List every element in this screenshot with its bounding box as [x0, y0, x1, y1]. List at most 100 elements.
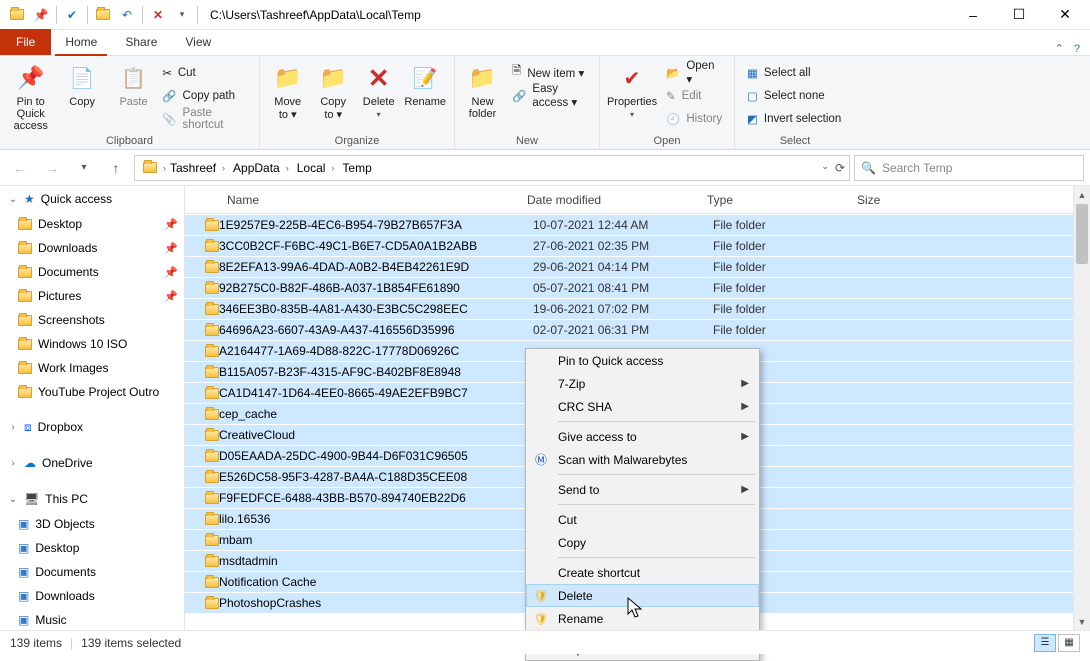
window-title: C:\Users\Tashreef\AppData\Local\Temp — [210, 8, 421, 22]
col-name[interactable]: Name — [199, 193, 527, 207]
address-dropdown-icon[interactable]: ⌄ — [821, 161, 829, 175]
nav-item[interactable]: ▣3D Objects — [0, 512, 184, 536]
nav-dropbox[interactable]: ›⧈Dropbox — [0, 414, 184, 440]
ctx-crc[interactable]: CRC SHA▶ — [526, 395, 759, 418]
ctx-pin[interactable]: Pin to Quick access — [526, 349, 759, 372]
crumb-1[interactable]: AppData› — [231, 161, 293, 175]
help-icon[interactable]: ? — [1074, 43, 1080, 55]
recent-locations-button[interactable]: ▾ — [70, 154, 98, 182]
breadcrumb[interactable]: › Tashreef› AppData› Local› Temp ⌄ ⟳ — [134, 155, 850, 181]
tiles-view-button[interactable]: ▦ — [1058, 634, 1080, 652]
column-headers[interactable]: Name Date modified Type Size — [185, 186, 1090, 214]
easy-access-button[interactable]: 🔗Easy access ▾ — [508, 85, 591, 106]
shield-icon: 🛡 — [532, 610, 550, 628]
address-bar: ← → ▾ ↑ › Tashreef› AppData› Local› Temp… — [0, 150, 1090, 186]
nav-item[interactable]: Windows 10 ISO — [0, 332, 184, 356]
maximize-button[interactable]: ☐ — [996, 0, 1042, 30]
close-button[interactable]: ✕ — [1042, 0, 1088, 30]
search-input[interactable]: 🔍 Search Temp — [854, 155, 1084, 181]
tab-share[interactable]: Share — [111, 29, 171, 55]
table-row[interactable]: 346EE3B0-835B-4A81-A430-E3BC5C298EEC19-0… — [185, 298, 1090, 319]
paste-shortcut-button[interactable]: 📎Paste shortcut — [162, 108, 251, 129]
crumb-2[interactable]: Local› — [295, 161, 339, 175]
cut-button[interactable]: ✂Cut — [162, 62, 251, 83]
nav-item[interactable]: Desktop📌 — [0, 212, 184, 236]
table-row[interactable]: 8E2EFA13-99A6-4DAD-A0B2-B4EB42261E9D29-0… — [185, 256, 1090, 277]
ctx-malwarebytes[interactable]: ⓂScan with Malwarebytes — [526, 448, 759, 471]
ctx-rename[interactable]: 🛡Rename — [526, 607, 759, 630]
shortcut-icon: 📎 — [162, 112, 176, 126]
qa-new-folder-icon[interactable] — [92, 4, 114, 26]
open-button[interactable]: 📂Open ▾ — [662, 62, 726, 83]
scroll-thumb[interactable] — [1076, 204, 1088, 264]
pin-to-quick-access-button[interactable]: 📌 Pin to Quick access — [8, 60, 53, 132]
nav-this-pc[interactable]: ⌄🖥This PC — [0, 486, 184, 512]
nav-item[interactable]: Screenshots — [0, 308, 184, 332]
table-row[interactable]: 3CC0B2CF-F6BC-49C1-B6E7-CD5A0A1B2ABB27-0… — [185, 235, 1090, 256]
folder-icon — [205, 577, 219, 588]
forward-button[interactable]: → — [38, 154, 66, 182]
tab-view[interactable]: View — [171, 29, 225, 55]
nav-onedrive[interactable]: ›☁OneDrive — [0, 450, 184, 476]
nav-quick-access[interactable]: ⌄★Quick access — [0, 186, 184, 212]
nav-item[interactable]: ▣Downloads — [0, 584, 184, 608]
nav-item[interactable]: Downloads📌 — [0, 236, 184, 260]
properties-button[interactable]: ✔Properties▾ — [608, 60, 656, 119]
col-type[interactable]: Type — [707, 193, 857, 207]
select-none-icon: ▢ — [747, 89, 758, 103]
history-button[interactable]: 🕘History — [662, 108, 726, 129]
ctx-give-access[interactable]: Give access to▶ — [526, 425, 759, 448]
move-to-button[interactable]: 📁Move to ▾ — [268, 60, 307, 121]
ctx-copy[interactable]: Copy — [526, 531, 759, 554]
refresh-icon[interactable]: ⟳ — [835, 161, 845, 175]
ctx-7zip[interactable]: 7-Zip▶ — [526, 372, 759, 395]
new-folder-button[interactable]: 📁New folder — [463, 60, 502, 120]
edit-button[interactable]: ✎Edit — [662, 85, 726, 106]
qa-undo-icon[interactable]: ↶ — [116, 4, 138, 26]
ribbon-collapse-icon[interactable]: ⌃ — [1055, 42, 1064, 55]
nav-item[interactable]: Documents📌 — [0, 260, 184, 284]
vertical-scrollbar[interactable]: ▲ ▼ — [1073, 186, 1090, 630]
table-row[interactable]: 92B275C0-B82F-486B-A037-1B854FE6189005-0… — [185, 277, 1090, 298]
ctx-send-to[interactable]: Send to▶ — [526, 478, 759, 501]
delete-button[interactable]: ✕Delete▾ — [359, 60, 398, 119]
invert-selection-button[interactable]: ◩Invert selection — [743, 108, 845, 129]
paste-button[interactable]: 📋 Paste — [111, 60, 156, 108]
table-row[interactable]: 1E9257E9-225B-4EC6-B954-79B27B657F3A10-0… — [185, 214, 1090, 235]
copy-to-button[interactable]: 📁Copy to ▾ — [313, 60, 352, 121]
tab-file[interactable]: File — [0, 29, 51, 55]
crumb-3[interactable]: Temp — [340, 161, 373, 175]
select-all-button[interactable]: ▦Select all — [743, 62, 845, 83]
copy-path-button[interactable]: 🔗Copy path — [162, 85, 251, 106]
qa-delete-icon[interactable]: ✕ — [147, 4, 169, 26]
nav-item[interactable]: ▣Documents — [0, 560, 184, 584]
qa-pin-icon[interactable]: 📌 — [30, 4, 52, 26]
qa-check-icon[interactable]: ✔ — [61, 4, 83, 26]
back-button[interactable]: ← — [6, 154, 34, 182]
nav-item[interactable]: Pictures📌 — [0, 284, 184, 308]
crumb-0[interactable]: Tashreef› — [168, 161, 229, 175]
rename-button[interactable]: 📝Rename — [404, 60, 446, 108]
tab-home[interactable]: Home — [51, 29, 111, 55]
qa-dropdown-icon[interactable]: ▾ — [171, 4, 193, 26]
select-none-button[interactable]: ▢Select none — [743, 85, 845, 106]
ctx-create-shortcut[interactable]: Create shortcut — [526, 561, 759, 584]
new-item-button[interactable]: 🗎New item ▾ — [508, 62, 591, 83]
ctx-delete[interactable]: 🛡Delete — [526, 584, 759, 607]
details-view-button[interactable]: ☰ — [1034, 634, 1056, 652]
qa-folder-icon[interactable] — [6, 4, 28, 26]
table-row[interactable]: 64696A23-6607-43A9-A437-416556D3599602-0… — [185, 319, 1090, 340]
nav-item[interactable]: YouTube Project Outro — [0, 380, 184, 404]
scroll-up-icon[interactable]: ▲ — [1074, 186, 1090, 203]
col-date[interactable]: Date modified — [527, 193, 707, 207]
navigation-pane[interactable]: ⌄★Quick accessDesktop📌Downloads📌Document… — [0, 186, 185, 630]
nav-item[interactable]: ▣Music — [0, 608, 184, 630]
scroll-down-icon[interactable]: ▼ — [1074, 613, 1090, 630]
ctx-cut[interactable]: Cut — [526, 508, 759, 531]
nav-item[interactable]: Work Images — [0, 356, 184, 380]
copy-button[interactable]: 📄 Copy — [59, 60, 104, 108]
nav-item[interactable]: ▣Desktop — [0, 536, 184, 560]
minimize-button[interactable]: – — [950, 0, 996, 30]
up-button[interactable]: ↑ — [102, 154, 130, 182]
col-size[interactable]: Size — [857, 193, 957, 207]
